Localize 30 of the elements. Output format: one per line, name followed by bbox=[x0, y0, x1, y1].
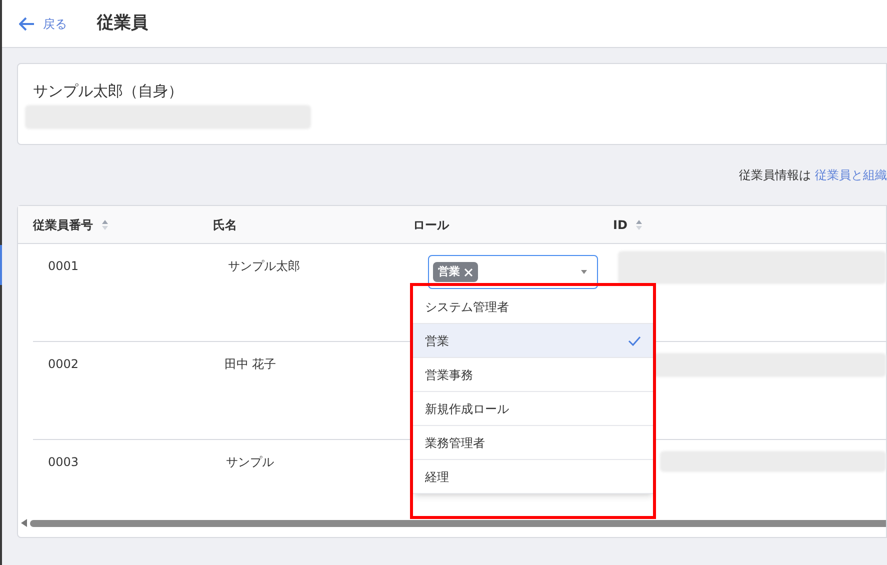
role-option[interactable]: 営業事務 bbox=[413, 358, 653, 392]
table-cell: 田中 花子 bbox=[224, 357, 276, 371]
column-header: 従業員番号 bbox=[33, 216, 93, 234]
caret-icon[interactable] bbox=[581, 270, 587, 274]
role-option[interactable]: 営業 bbox=[413, 324, 653, 358]
role-option[interactable]: 新規作成ロール bbox=[413, 392, 653, 426]
page-title: 従業員 bbox=[97, 12, 148, 35]
column-header: 氏名 bbox=[213, 216, 237, 234]
notice-text: 従業員情報は bbox=[739, 167, 811, 184]
horizontal-scrollbar[interactable] bbox=[30, 520, 886, 526]
sort-icon[interactable] bbox=[635, 218, 644, 230]
scroll-left-icon[interactable] bbox=[21, 519, 27, 527]
role-select[interactable]: 営業 bbox=[428, 255, 598, 289]
table-cell: サンプル太郎 bbox=[228, 259, 300, 273]
column-header: ロール bbox=[413, 216, 449, 234]
profile-name: サンプル太郎（自身） bbox=[33, 81, 184, 102]
sort-icon[interactable] bbox=[101, 218, 109, 230]
role-option[interactable]: 経理 bbox=[413, 460, 653, 494]
table-cell: 0002 bbox=[48, 357, 79, 371]
back-arrow-icon bbox=[19, 16, 35, 30]
back-button[interactable]: 戻る bbox=[19, 14, 67, 32]
column-header: ID bbox=[613, 216, 628, 234]
role-tag: 営業 bbox=[433, 262, 478, 282]
role-option[interactable]: システム管理者 bbox=[413, 290, 653, 324]
table-cell: 0003 bbox=[48, 455, 79, 469]
role-option[interactable]: 業務管理者 bbox=[413, 426, 653, 460]
check-icon bbox=[628, 336, 641, 346]
table-cell: サンプル bbox=[226, 455, 274, 469]
remove-icon[interactable] bbox=[464, 268, 473, 276]
table-cell: 0001 bbox=[48, 259, 79, 273]
